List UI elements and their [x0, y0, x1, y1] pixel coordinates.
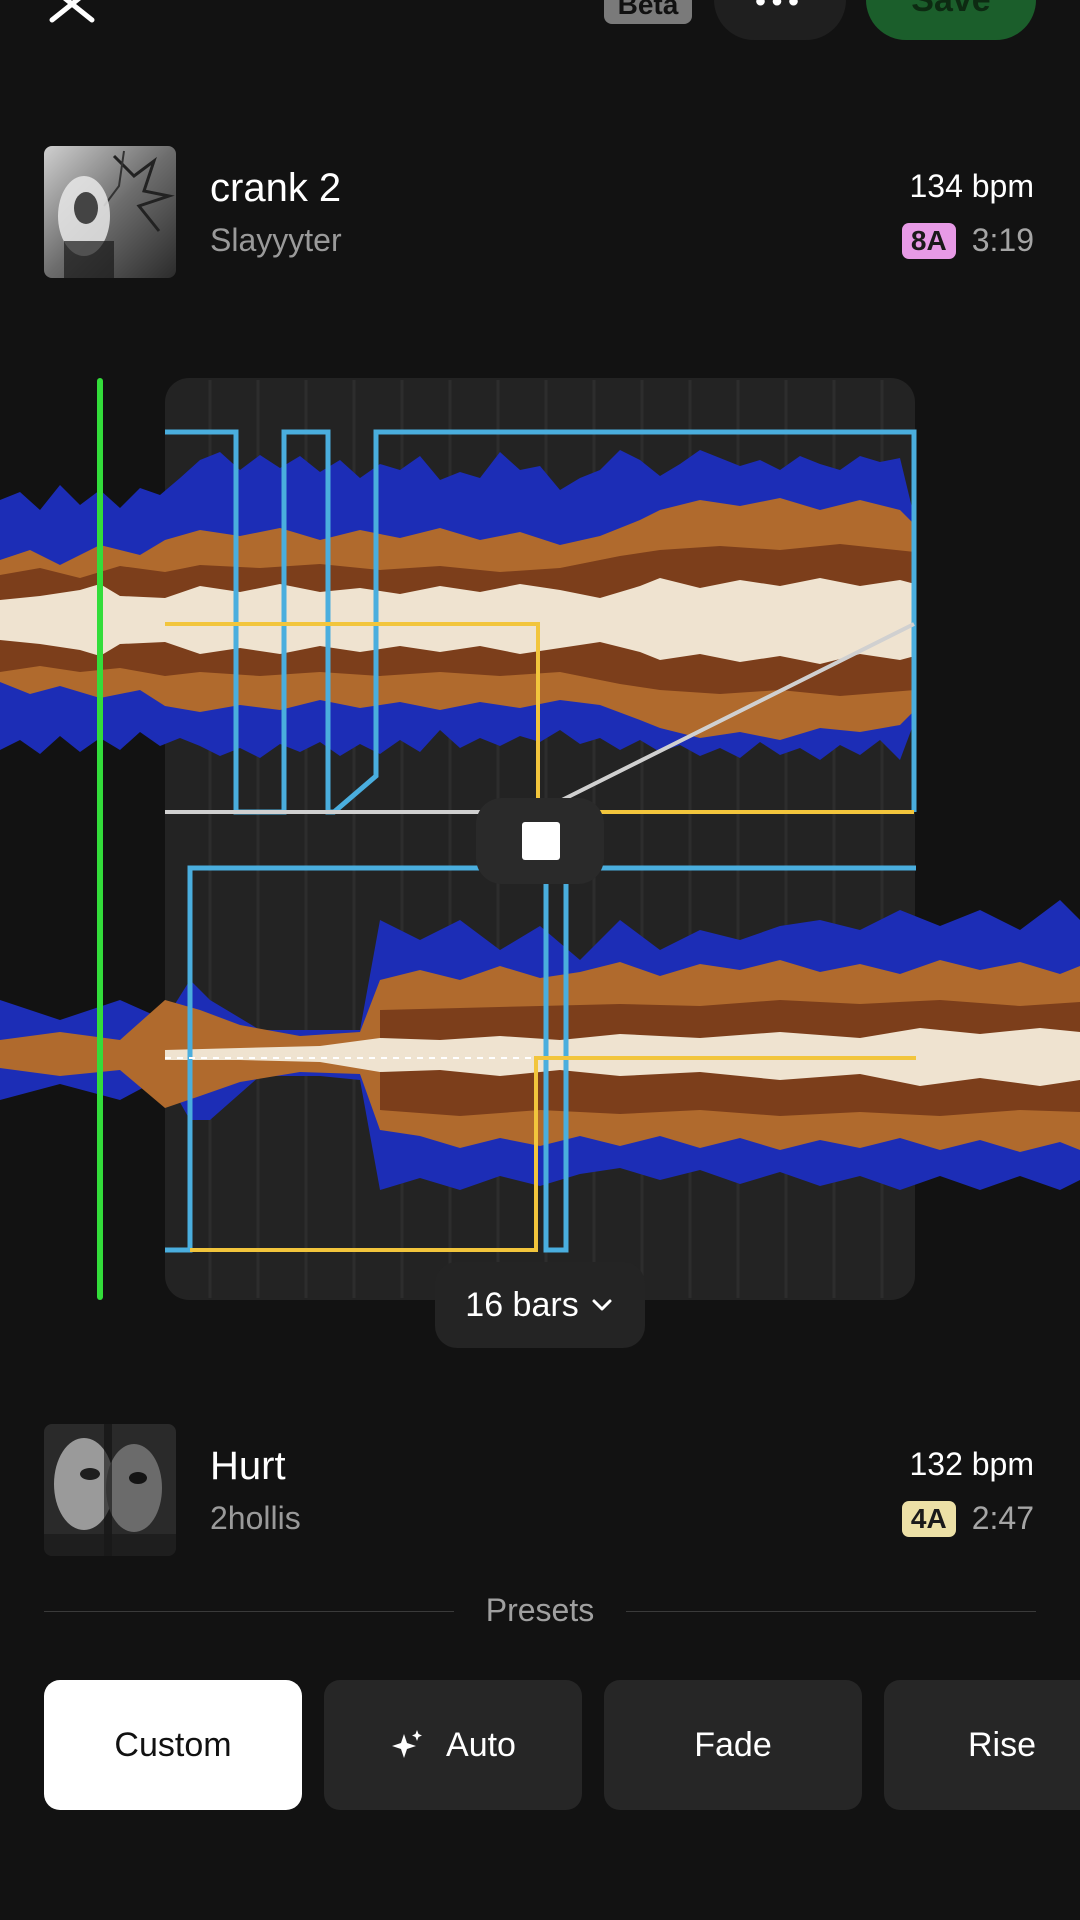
track-a-artist: Slayyyter — [210, 222, 342, 258]
preset-rise-label: Rise — [967, 1725, 1037, 1764]
preset-fade-label: Fade — [694, 1725, 772, 1764]
track-a-artwork — [44, 146, 176, 278]
track-b-key-badge: 4A — [901, 1500, 956, 1537]
save-button[interactable]: Save — [866, 0, 1036, 40]
track-a-duration: 3:19 — [971, 222, 1034, 258]
bars-label: 16 bars — [465, 1285, 579, 1324]
presets-divider-right — [626, 1611, 1036, 1612]
stop-button[interactable] — [476, 798, 604, 884]
more-options-button[interactable]: ••• — [714, 0, 846, 40]
close-icon — [49, 0, 95, 23]
track-a-meta: 8A 3:19 — [901, 222, 1034, 259]
presets-label: Presets — [485, 1592, 595, 1628]
track-b-artist: 2hollis — [210, 1500, 301, 1536]
preset-auto[interactable]: Auto — [324, 1680, 582, 1810]
track-b-waveform — [0, 900, 1080, 1190]
preset-rise[interactable]: Rise — [884, 1680, 1080, 1810]
bars-selector[interactable]: 16 bars — [435, 1262, 645, 1348]
preset-auto-label: Auto — [446, 1725, 516, 1764]
preset-custom-label: Custom — [114, 1725, 232, 1764]
track-b-duration: 2:47 — [971, 1500, 1034, 1536]
more-icon: ••• — [755, 0, 805, 18]
preset-custom[interactable]: Custom — [44, 1680, 302, 1810]
sparkle-icon — [392, 1730, 423, 1758]
track-a-title: crank 2 — [210, 166, 342, 210]
close-button[interactable] — [40, 0, 100, 40]
track-a-bpm: 134 bpm — [909, 168, 1034, 204]
track-a-key-badge: 8A — [901, 222, 956, 259]
track-b-bpm: 132 bpm — [909, 1446, 1034, 1482]
track-b-meta: 4A 2:47 — [901, 1500, 1034, 1537]
chevron-down-icon — [592, 1299, 612, 1311]
track-b-artwork — [44, 1424, 176, 1556]
preset-fade[interactable]: Fade — [604, 1680, 862, 1810]
presets-divider-left — [44, 1611, 454, 1612]
stop-icon — [522, 822, 560, 860]
beta-badge: Beta — [604, 0, 692, 24]
playhead[interactable] — [97, 378, 103, 1300]
track-b-title: Hurt — [210, 1444, 286, 1488]
